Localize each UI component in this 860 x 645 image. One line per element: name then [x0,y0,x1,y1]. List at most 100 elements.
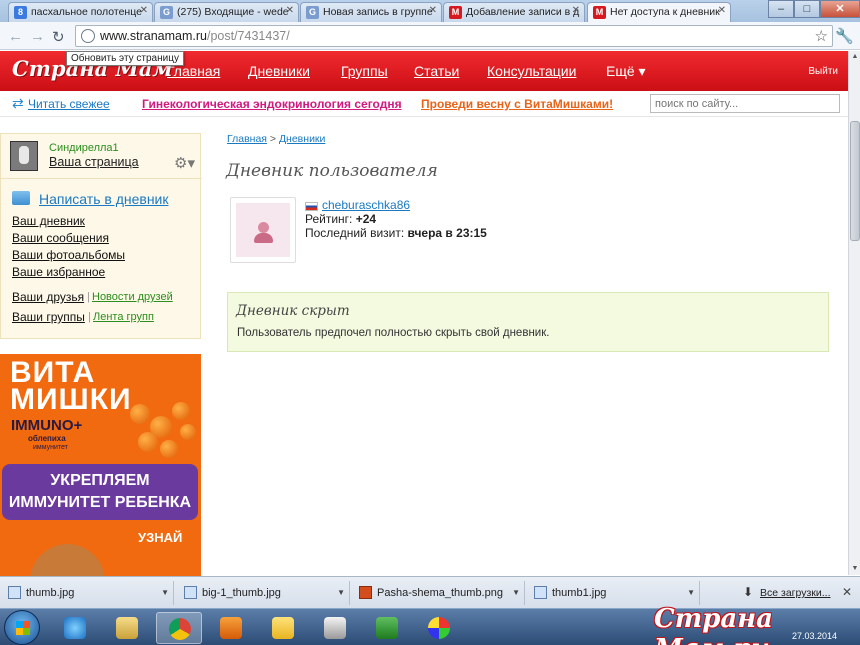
taskbar-app[interactable] [312,612,358,644]
read-fresh-link[interactable]: Читать свежее [28,97,110,111]
sidebar-item-favorites[interactable]: Ваше избранное [12,265,105,279]
avatar-placeholder [236,203,290,257]
avatar[interactable] [10,141,38,171]
sidebar-item-groups[interactable]: Ваши группы [12,310,85,324]
browser-tab[interactable]: G Новая запись в группе ✕ [300,2,442,22]
taskbar-chrome[interactable] [156,612,202,644]
reload-tooltip: Обновить эту страницу [66,51,184,66]
chrome-page-icon: G [160,6,173,19]
sidebar-item-groups-feed[interactable]: Лента групп [93,311,154,323]
current-username[interactable]: Синдирелла1 [49,142,119,154]
close-tab-icon[interactable]: ✕ [286,5,294,16]
chevron-down-icon[interactable]: ▼ [687,581,695,605]
avatar-head [258,222,269,233]
user-avatar[interactable] [230,197,296,263]
logout-link[interactable]: Выйти [808,66,838,77]
scroll-down-icon[interactable]: ▼ [849,563,860,575]
nav-articles[interactable]: Статьи [414,63,459,79]
nav-groups[interactable]: Группы [341,63,388,79]
folder-icon [116,617,138,639]
gear-icon[interactable]: ⚙▾ [174,154,195,172]
sidebar-item-diary[interactable]: Ваш дневник [12,214,85,228]
scroll-up-icon[interactable]: ▲ [849,51,860,63]
diary-hidden-notice: Дневник скрыт Пользователь предпочел пол… [227,292,829,352]
close-window-button[interactable]: ✕ [820,0,860,18]
nav-diaries[interactable]: Дневники [248,63,310,79]
close-tab-icon[interactable]: ✕ [140,5,148,16]
berry-image [130,404,150,424]
chevron-down-icon[interactable]: ▼ [161,581,169,605]
breadcrumb-home[interactable]: Главная [227,133,267,145]
clock-date: 27.03.2014 [792,631,838,641]
download-filename: Pasha-shema_thumb.png [377,587,503,599]
site-search-input[interactable] [650,94,840,113]
sidebar-item-albums[interactable]: Ваши фотоальбомы [12,248,125,262]
chevron-down-icon[interactable]: ▼ [512,581,520,605]
bookmark-star-icon[interactable]: ☆ [815,27,828,45]
browser-tab[interactable]: 8 пасхальное полотенце ✕ [8,2,153,22]
ad-cta[interactable]: УЗНАЙ [138,530,182,545]
download-filename: thumb.jpg [26,587,75,599]
user-rating: Рейтинг: +24 [305,212,376,226]
url-path: /post/7431437/ [206,29,290,43]
app-icon [324,617,346,639]
back-arrow-icon[interactable]: ← [8,28,23,45]
page-scrollbar[interactable]: ▲ ▼ [848,51,860,575]
download-item[interactable]: thumb.jpg ▼ [4,581,174,605]
browser-tab-active[interactable]: M Нет доступа к дневник ✕ [587,2,731,23]
address-bar[interactable]: www.stranamam.ru/post/7431437/ ☆ [75,25,833,47]
download-item[interactable]: thumb1.jpg ▼ [530,581,700,605]
breadcrumb-diaries[interactable]: Дневники [279,133,325,145]
promo-link-vitamishki[interactable]: Проведи весну с ВитаМишками! [421,97,613,111]
stranamam-m-icon: M [593,6,606,19]
forward-arrow-icon[interactable]: → [30,28,45,45]
wrench-menu-icon[interactable]: 🔧 [835,27,854,45]
maximize-button[interactable]: □ [794,0,820,18]
user-sidebar: Синдирелла1 Ваша страница ⚙▾ Написать в … [0,133,202,339]
berry-image [160,440,178,458]
refresh-icon: ⇄ [12,95,24,111]
write-diary-link[interactable]: Написать в дневник [39,191,169,207]
excel-icon [376,617,398,639]
tab-title: Нет доступа к дневник [610,6,720,18]
taskbar-media[interactable] [208,612,254,644]
diary-owner-username[interactable]: cheburaschka86 [322,198,410,212]
start-button[interactable] [4,610,40,645]
vitamishki-ad-banner[interactable]: ВИТА МИШКИ IMMUNO+ облепиха иммунитет УК… [0,354,201,576]
taskbar-excel[interactable] [364,612,410,644]
taskbar-ie[interactable] [52,612,98,644]
nav-more[interactable]: Ещё ▾ [606,63,646,80]
sidebar-item-friends[interactable]: Ваши друзья [12,290,84,304]
browser-tab[interactable]: G (275) Входящие - wede ✕ [154,2,299,22]
browser-tab-strip: 8 пасхальное полотенце ✕ G (275) Входящи… [0,0,860,23]
notice-title: Дневник скрыт [236,303,350,319]
sidebar-item-friends-news[interactable]: Новости друзей [92,291,173,303]
nav-consultations[interactable]: Консультации [487,63,576,79]
reload-icon[interactable]: ↻ [52,28,65,46]
taskbar-messenger[interactable] [260,612,306,644]
chevron-down-icon[interactable]: ▼ [337,581,345,605]
taskbar-explorer[interactable] [104,612,150,644]
browser-tab[interactable]: M Добавление записи в д ✕ [443,2,585,22]
taskbar-paint[interactable] [416,612,462,644]
avatar-body [254,233,273,243]
separator: | [88,311,91,323]
my-page-link[interactable]: Ваша страница [49,155,139,169]
all-downloads-link[interactable]: Все загрузки... [760,587,831,599]
sidebar-item-messages[interactable]: Ваши сообщения [12,231,109,245]
close-shelf-icon[interactable]: ✕ [842,585,852,599]
scrollbar-thumb[interactable] [850,121,860,241]
close-tab-icon[interactable]: ✕ [572,5,580,16]
png-file-icon [359,586,372,599]
image-file-icon [184,586,197,599]
download-item[interactable]: Pasha-shema_thumb.png ▼ [355,581,525,605]
promo-link-gynecology[interactable]: Гинекологическая эндокринология сегодня [142,97,402,111]
minimize-button[interactable]: – [768,0,794,18]
russia-flag-icon [305,202,318,211]
close-tab-icon[interactable]: ✕ [718,5,726,16]
download-arrow-icon: ⬇ [743,585,754,599]
download-item[interactable]: big-1_thumb.jpg ▼ [180,581,350,605]
close-tab-icon[interactable]: ✕ [429,5,437,16]
download-filename: big-1_thumb.jpg [202,587,281,599]
page-title: Дневник пользователя [226,161,438,181]
